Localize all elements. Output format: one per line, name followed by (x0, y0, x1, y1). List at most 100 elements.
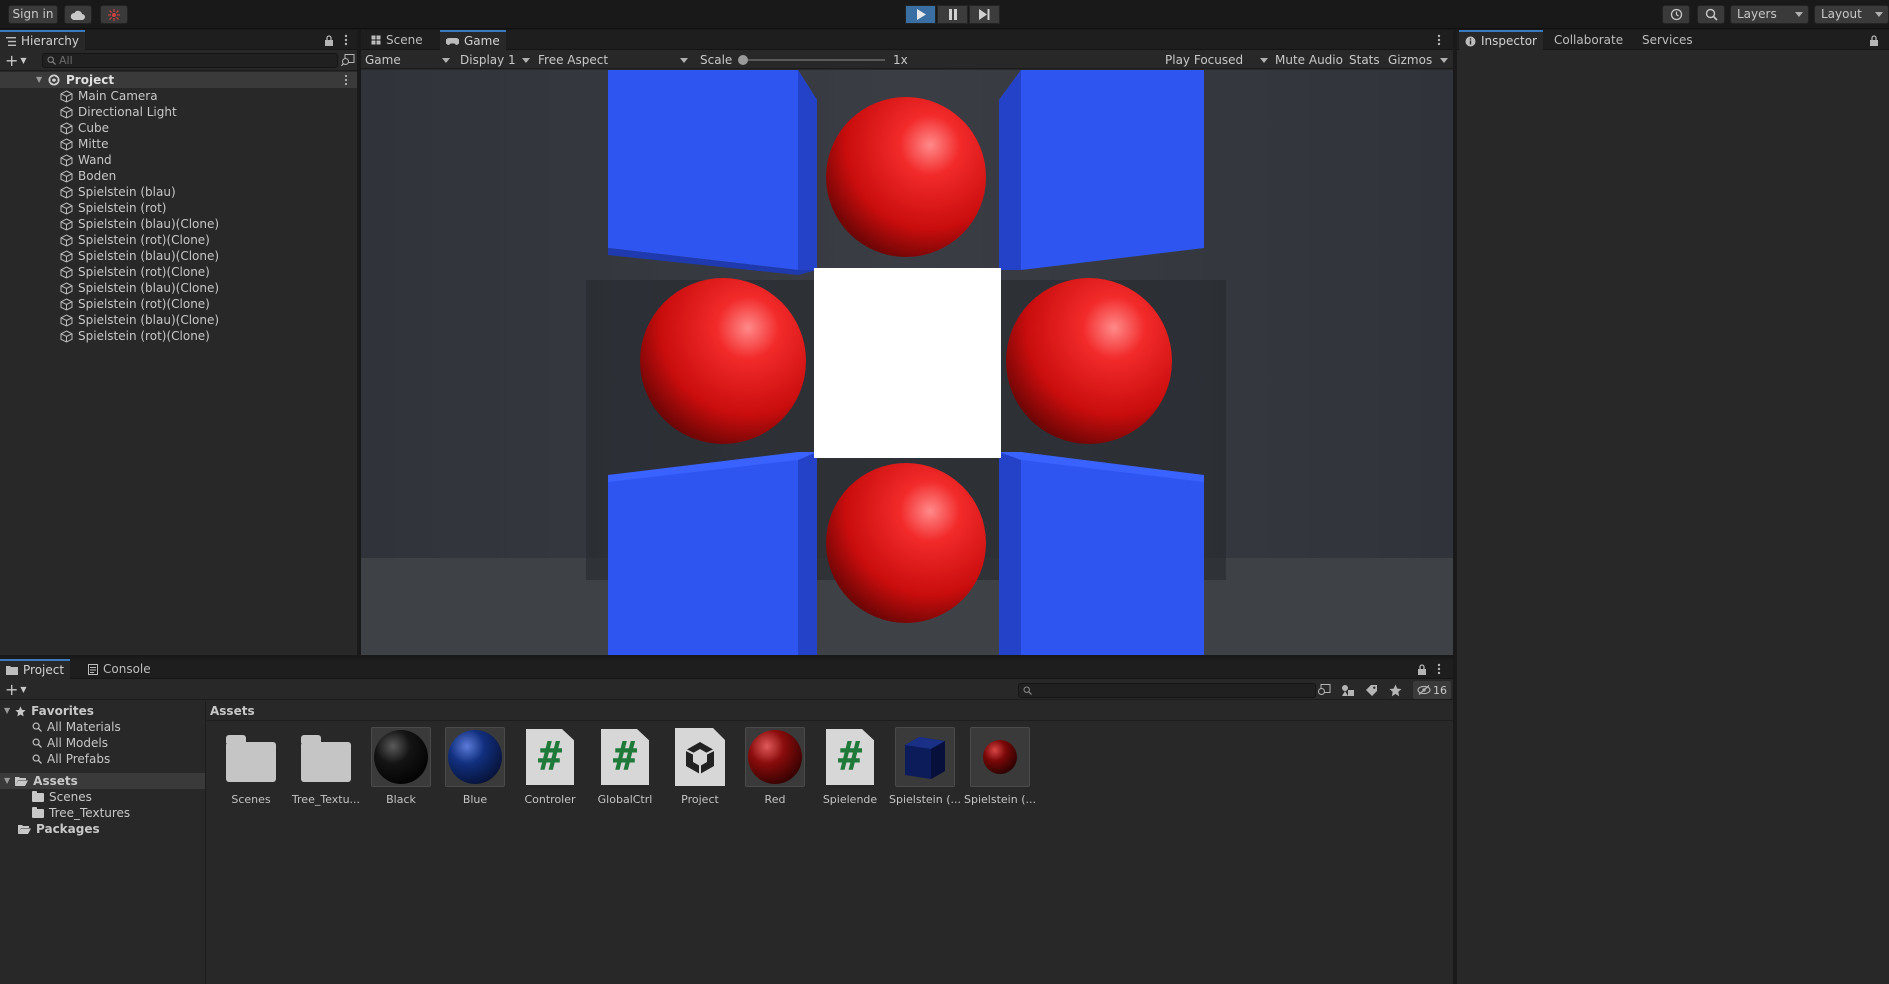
lock-icon[interactable] (324, 35, 334, 46)
asset-item[interactable]: # Controler (514, 727, 586, 811)
tab-scene[interactable]: Scene (365, 30, 429, 50)
asset-item[interactable]: Scenes (215, 727, 287, 811)
hierarchy-item-label: Directional Light (78, 105, 177, 119)
hierarchy-item[interactable]: Spielstein (blau) (60, 184, 176, 200)
layout-dropdown[interactable]: Layout (1814, 5, 1889, 24)
stats-toggle[interactable]: Stats (1349, 51, 1380, 69)
cube-top-right-side (999, 70, 1021, 270)
asset-item[interactable]: # GlobalCtrl (589, 727, 661, 811)
tab-services[interactable]: Services (1636, 30, 1699, 50)
asset-item[interactable]: Spielstein (... (964, 727, 1036, 811)
tab-game[interactable]: Game (440, 30, 506, 50)
tree-assets[interactable]: ▼ Assets (4, 773, 78, 789)
game-view-dropdown[interactable]: Game (365, 51, 451, 69)
undo-history-button[interactable] (1662, 5, 1690, 24)
asset-item[interactable]: # Spielende (814, 727, 886, 811)
lock-icon[interactable] (1869, 35, 1879, 46)
gameobject-cube-icon (60, 185, 73, 199)
lock-icon[interactable] (1417, 664, 1427, 675)
kebab-menu-icon[interactable] (344, 74, 348, 86)
tab-inspector[interactable]: Inspector (1459, 30, 1543, 50)
hierarchy-item[interactable]: Spielstein (rot)(Clone) (60, 328, 210, 344)
hierarchy-item[interactable]: Mitte (60, 136, 108, 152)
hierarchy-item[interactable]: Spielstein (rot) (60, 200, 166, 216)
chevron-down-icon (1795, 12, 1803, 17)
asset-item[interactable]: Blue (439, 727, 511, 811)
chevron-down-icon (680, 58, 688, 63)
scale-slider[interactable] (738, 55, 885, 65)
filter-by-type-icon[interactable] (1341, 684, 1355, 697)
asset-item[interactable]: Black (365, 727, 437, 811)
pause-button[interactable] (937, 5, 968, 24)
hierarchy-item[interactable]: Spielstein (blau)(Clone) (60, 280, 219, 296)
label-tag-icon[interactable] (1365, 684, 1378, 697)
hierarchy-item[interactable]: Main Camera (60, 88, 158, 104)
hierarchy-item[interactable]: Cube (60, 120, 109, 136)
hierarchy-item[interactable]: Spielstein (blau)(Clone) (60, 216, 219, 232)
tab-hierarchy[interactable]: Hierarchy (0, 30, 86, 50)
asset-thumbnail (371, 727, 431, 787)
hidden-packages-toggle[interactable]: 16 (1413, 681, 1451, 699)
hierarchy-item[interactable]: Spielstein (rot)(Clone) (60, 264, 210, 280)
hierarchy-search-input[interactable]: All (42, 53, 338, 68)
aspect-label: Free Aspect (538, 53, 609, 67)
tab-console[interactable]: Console (82, 659, 157, 679)
asset-item[interactable]: Project (664, 727, 736, 811)
gizmos-dropdown[interactable]: Gizmos (1388, 51, 1448, 69)
tree-favorite-item[interactable]: All Models (32, 735, 108, 751)
hierarchy-item[interactable]: Spielstein (blau)(Clone) (60, 312, 219, 328)
search-filter-icon[interactable] (341, 54, 355, 67)
tab-hierarchy-label: Hierarchy (21, 34, 80, 48)
scale-value: 1x (893, 53, 908, 67)
play-focused-dropdown[interactable]: Play Focused (1165, 51, 1268, 69)
tree-folder[interactable]: Scenes (32, 789, 92, 805)
cloud-button[interactable] (64, 5, 92, 24)
tree-packages[interactable]: Packages (18, 821, 100, 837)
hierarchy-item[interactable]: Boden (60, 168, 116, 184)
hierarchy-item[interactable]: Wand (60, 152, 112, 168)
tree-favorite-item[interactable]: All Prefabs (32, 751, 110, 767)
hierarchy-panel: Hierarchy + ▼ All ▼ Project Main Camera D… (0, 30, 359, 655)
scale-slider-handle[interactable] (738, 55, 748, 65)
chevron-down-icon: ▼ (20, 56, 27, 65)
project-search-input[interactable] (1018, 683, 1316, 698)
material-sphere-blue-icon (448, 730, 502, 784)
hierarchy-item[interactable]: Directional Light (60, 104, 177, 120)
tab-project[interactable]: Project (0, 659, 71, 679)
csharp-script-icon: # (601, 729, 649, 785)
asset-thumbnail (445, 727, 505, 787)
display-dropdown[interactable]: Display 1 (460, 51, 532, 69)
asset-item[interactable]: Red (739, 727, 811, 811)
chevron-down-icon: ▼ (36, 75, 43, 84)
asset-item[interactable]: Tree_Textu... (290, 727, 362, 811)
sign-in-button[interactable]: Sign in (8, 5, 58, 24)
material-sphere-black-icon (374, 730, 428, 784)
search-icon (1023, 686, 1032, 695)
kebab-menu-icon[interactable] (1437, 663, 1441, 675)
play-button[interactable] (905, 5, 936, 24)
kebab-menu-icon[interactable] (1437, 34, 1441, 46)
game-render-canvas[interactable] (361, 70, 1453, 655)
layers-dropdown[interactable]: Layers (1730, 5, 1809, 24)
collab-button[interactable] (100, 5, 128, 24)
hierarchy-item[interactable]: Spielstein (blau)(Clone) (60, 248, 219, 264)
aspect-dropdown[interactable]: Free Aspect (538, 51, 690, 69)
kebab-menu-icon[interactable] (344, 34, 348, 46)
tree-favorites[interactable]: ▼ Favorites (4, 703, 94, 719)
cube-bottom-left-side (798, 452, 817, 655)
search-filter-icon[interactable] (1317, 684, 1331, 697)
hierarchy-item[interactable]: Spielstein (rot)(Clone) (60, 232, 210, 248)
asset-item[interactable]: Spielstein (... (889, 727, 961, 811)
asset-label: Controler (524, 793, 576, 806)
add-button[interactable]: + ▼ (5, 52, 27, 69)
tree-folder[interactable]: Tree_Textures (32, 805, 130, 821)
mute-audio-toggle[interactable]: Mute Audio (1275, 51, 1343, 69)
hierarchy-root-project[interactable]: ▼ Project (0, 72, 357, 88)
create-asset-button[interactable]: + ▼ (5, 681, 27, 698)
tree-favorite-item[interactable]: All Materials (32, 719, 121, 735)
tab-collaborate[interactable]: Collaborate (1548, 30, 1629, 50)
star-icon[interactable] (1389, 684, 1402, 697)
step-button[interactable] (969, 5, 1000, 24)
search-button[interactable] (1697, 5, 1725, 24)
hierarchy-item[interactable]: Spielstein (rot)(Clone) (60, 296, 210, 312)
